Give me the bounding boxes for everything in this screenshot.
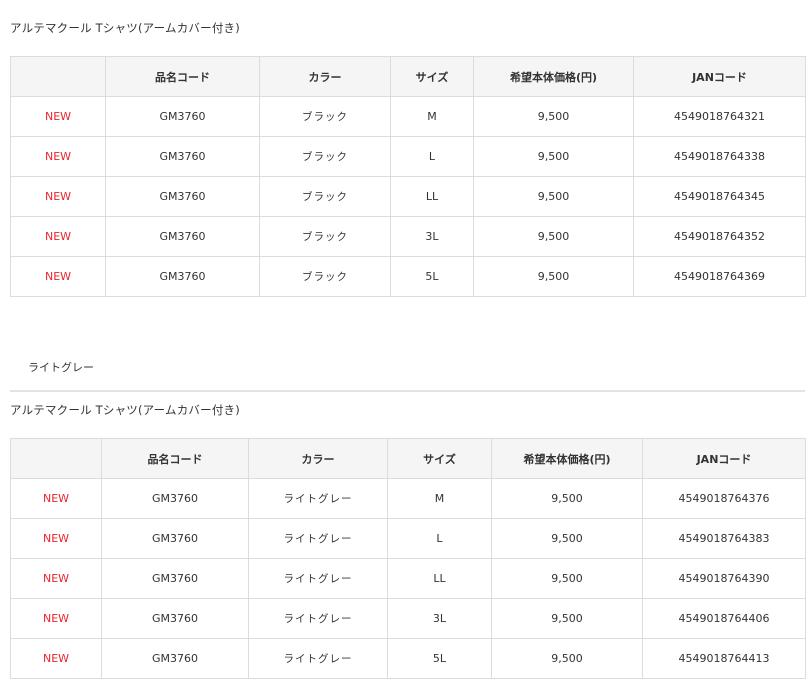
product-code: GM3760 bbox=[105, 96, 260, 137]
size: 5L bbox=[390, 256, 474, 297]
price: 9,500 bbox=[473, 136, 634, 177]
price: 9,500 bbox=[473, 216, 634, 257]
table-row: NEW GM3760 ブラック LL 9,500 4549018764345 bbox=[10, 176, 806, 217]
color-name: ブラック bbox=[259, 256, 391, 297]
color-name: ライトグレー bbox=[248, 598, 388, 639]
table-row: NEW GM3760 ブラック M 9,500 4549018764321 bbox=[10, 96, 806, 137]
size: L bbox=[387, 518, 492, 559]
product-code: GM3760 bbox=[105, 136, 260, 177]
jan-code: 4549018764383 bbox=[642, 518, 806, 559]
header-jan-code: JANコード bbox=[633, 56, 806, 97]
table-row: NEW GM3760 ライトグレー LL 9,500 4549018764390 bbox=[10, 558, 806, 599]
product-code: GM3760 bbox=[101, 518, 249, 559]
new-badge: NEW bbox=[10, 638, 102, 679]
spec-table-black: 品名コード カラー サイズ 希望本体価格(円) JANコード NEW GM376… bbox=[10, 56, 806, 297]
header-product-code: 品名コード bbox=[105, 56, 260, 97]
header-price: 希望本体価格(円) bbox=[473, 56, 634, 97]
new-badge: NEW bbox=[10, 176, 106, 217]
new-badge: NEW bbox=[10, 478, 102, 519]
table-row: NEW GM3760 ブラック 3L 9,500 4549018764352 bbox=[10, 216, 806, 257]
spec-table-lightgray: 品名コード カラー サイズ 希望本体価格(円) JANコード NEW GM376… bbox=[10, 438, 806, 679]
jan-code: 4549018764321 bbox=[633, 96, 806, 137]
price: 9,500 bbox=[491, 478, 643, 519]
color-name: ライトグレー bbox=[248, 518, 388, 559]
jan-code: 4549018764376 bbox=[642, 478, 806, 519]
new-badge: NEW bbox=[10, 136, 106, 177]
price: 9,500 bbox=[491, 598, 643, 639]
new-badge: NEW bbox=[10, 558, 102, 599]
header-price: 希望本体価格(円) bbox=[491, 438, 643, 479]
color-name: ライトグレー bbox=[248, 478, 388, 519]
new-badge: NEW bbox=[10, 598, 102, 639]
price: 9,500 bbox=[491, 558, 643, 599]
new-badge: NEW bbox=[10, 96, 106, 137]
table-header-row: 品名コード カラー サイズ 希望本体価格(円) JANコード bbox=[10, 56, 806, 97]
color-section-label: ライトグレー bbox=[28, 361, 94, 374]
table-row: NEW GM3760 ライトグレー M 9,500 4549018764376 bbox=[10, 478, 806, 519]
header-size: サイズ bbox=[387, 438, 492, 479]
jan-code: 4549018764338 bbox=[633, 136, 806, 177]
size: 3L bbox=[390, 216, 474, 257]
price: 9,500 bbox=[473, 96, 634, 137]
table-row: NEW GM3760 ライトグレー 3L 9,500 4549018764406 bbox=[10, 598, 806, 639]
color-name: ブラック bbox=[259, 216, 391, 257]
color-name: ブラック bbox=[259, 136, 391, 177]
size: L bbox=[390, 136, 474, 177]
header-size: サイズ bbox=[390, 56, 474, 97]
price: 9,500 bbox=[491, 518, 643, 559]
product-code: GM3760 bbox=[101, 478, 249, 519]
product-code: GM3760 bbox=[105, 256, 260, 297]
color-name: ライトグレー bbox=[248, 638, 388, 679]
header-product-code: 品名コード bbox=[101, 438, 249, 479]
color-name: ブラック bbox=[259, 176, 391, 217]
color-name: ブラック bbox=[259, 96, 391, 137]
table-row: NEW GM3760 ライトグレー 5L 9,500 4549018764413 bbox=[10, 638, 806, 679]
new-badge: NEW bbox=[10, 216, 106, 257]
product-title-lightgray: アルテマクール Tシャツ(アームカバー付き) bbox=[10, 403, 240, 417]
size: M bbox=[387, 478, 492, 519]
header-color: カラー bbox=[248, 438, 388, 479]
jan-code: 4549018764345 bbox=[633, 176, 806, 217]
product-title-black: アルテマクール Tシャツ(アームカバー付き) bbox=[10, 21, 240, 35]
new-badge: NEW bbox=[10, 256, 106, 297]
jan-code: 4549018764352 bbox=[633, 216, 806, 257]
header-badge bbox=[10, 438, 102, 479]
price: 9,500 bbox=[491, 638, 643, 679]
size: M bbox=[390, 96, 474, 137]
header-color: カラー bbox=[259, 56, 391, 97]
price: 9,500 bbox=[473, 256, 634, 297]
table-row: NEW GM3760 ブラック L 9,500 4549018764338 bbox=[10, 136, 806, 177]
product-code: GM3760 bbox=[101, 638, 249, 679]
price: 9,500 bbox=[473, 176, 634, 217]
product-code: GM3760 bbox=[101, 598, 249, 639]
product-code: GM3760 bbox=[101, 558, 249, 599]
size: 5L bbox=[387, 638, 492, 679]
size: 3L bbox=[387, 598, 492, 639]
table-row: NEW GM3760 ライトグレー L 9,500 4549018764383 bbox=[10, 518, 806, 559]
product-code: GM3760 bbox=[105, 216, 260, 257]
jan-code: 4549018764406 bbox=[642, 598, 806, 639]
size: LL bbox=[387, 558, 492, 599]
color-name: ライトグレー bbox=[248, 558, 388, 599]
size: LL bbox=[390, 176, 474, 217]
table-header-row: 品名コード カラー サイズ 希望本体価格(円) JANコード bbox=[10, 438, 806, 479]
header-badge bbox=[10, 56, 106, 97]
header-jan-code: JANコード bbox=[642, 438, 806, 479]
table-row: NEW GM3760 ブラック 5L 9,500 4549018764369 bbox=[10, 256, 806, 297]
jan-code: 4549018764369 bbox=[633, 256, 806, 297]
product-code: GM3760 bbox=[105, 176, 260, 217]
section-divider bbox=[10, 390, 805, 392]
jan-code: 4549018764390 bbox=[642, 558, 806, 599]
new-badge: NEW bbox=[10, 518, 102, 559]
jan-code: 4549018764413 bbox=[642, 638, 806, 679]
